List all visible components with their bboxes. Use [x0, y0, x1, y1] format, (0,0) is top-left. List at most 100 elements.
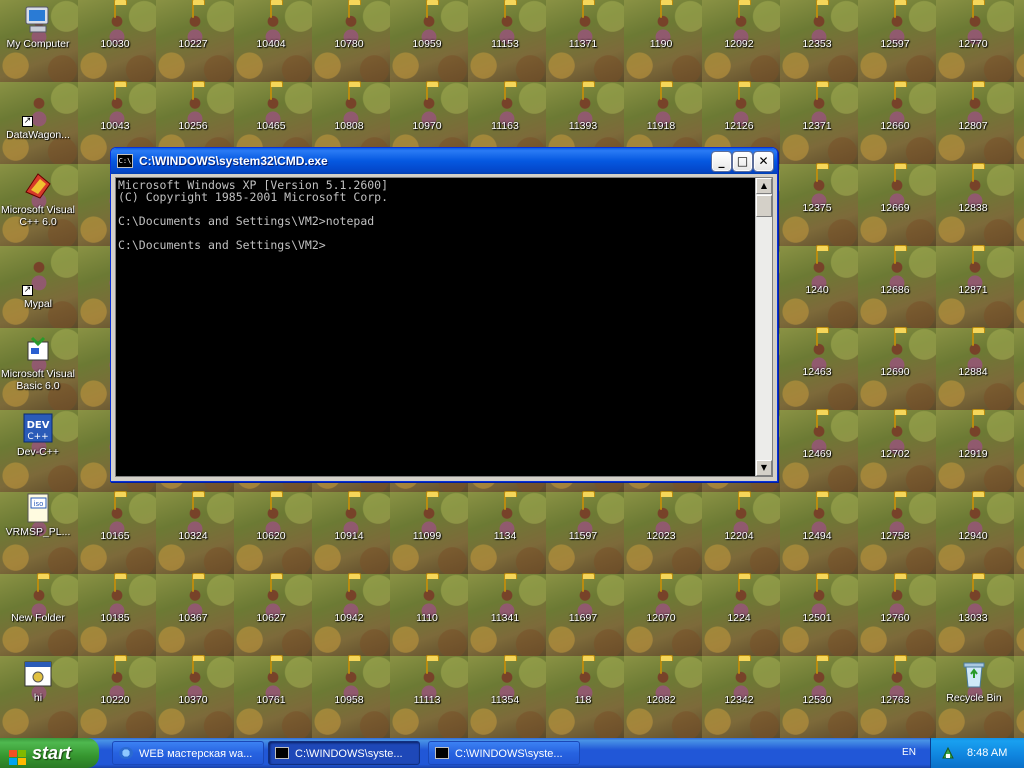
vrmsp-file[interactable]: iso VRMSP_PL... — [1, 492, 75, 538]
desktop-folder[interactable]: 11163 — [468, 85, 542, 132]
desktop-folder[interactable]: 11918 — [624, 85, 698, 132]
desktop-folder[interactable]: 11341 — [468, 577, 542, 624]
desktop-folder[interactable]: 10780 — [312, 3, 386, 50]
language-indicator[interactable]: EN — [897, 745, 921, 761]
desktop-folder[interactable]: 118 — [546, 659, 620, 706]
desktop-folder[interactable]: 10808 — [312, 85, 386, 132]
desktop-folder[interactable]: 12342 — [702, 659, 776, 706]
recycle-bin[interactable]: Recycle Bin — [937, 658, 1011, 704]
desktop-folder[interactable]: 11697 — [546, 577, 620, 624]
desktop-folder[interactable]: 10627 — [234, 577, 308, 624]
desktop-folder[interactable]: 10914 — [312, 495, 386, 542]
desktop-folder[interactable]: 12092 — [702, 3, 776, 50]
desktop-folder[interactable]: 12669 — [858, 167, 932, 214]
vertical-scrollbar[interactable]: ▲ ▼ — [755, 178, 772, 476]
desktop-folder[interactable]: 10324 — [156, 495, 230, 542]
mypal-shortcut[interactable]: ↗ Mypal — [1, 264, 75, 310]
desktop-folder[interactable]: 10043 — [78, 85, 152, 132]
taskbar-item-cmd-1[interactable]: C:\WINDOWS\syste... — [268, 741, 420, 765]
close-button[interactable]: ✕ — [753, 150, 774, 172]
desktop-folder[interactable]: 10256 — [156, 85, 230, 132]
visual-cpp-shortcut[interactable]: Microsoft Visual C++ 6.0 — [1, 170, 75, 228]
desktop-folder[interactable]: 12686 — [858, 249, 932, 296]
desktop-folder[interactable]: 11113 — [390, 659, 464, 706]
desktop-folder[interactable]: 11371 — [546, 3, 620, 50]
my-computer-icon[interactable]: My Computer — [1, 4, 75, 50]
minimize-button[interactable]: _ — [711, 150, 732, 172]
desktop-folder[interactable]: 10220 — [78, 659, 152, 706]
desktop-folder[interactable]: 10367 — [156, 577, 230, 624]
cmd-titlebar[interactable]: C:\ C:\WINDOWS\system32\CMD.exe _ □ ✕ — [111, 148, 777, 174]
desktop-folder[interactable]: 10465 — [234, 85, 308, 132]
desktop-folder[interactable]: 1134 — [468, 495, 542, 542]
desktop-folder[interactable]: 13033 — [936, 577, 1010, 624]
console-area[interactable]: Microsoft Windows XP [Version 5.1.2600] … — [115, 177, 773, 477]
desktop-folder[interactable]: 12070 — [624, 577, 698, 624]
desktop-folder[interactable]: 12530 — [780, 659, 854, 706]
desktop-folder[interactable]: 11597 — [546, 495, 620, 542]
desktop-folder[interactable]: 12919 — [936, 413, 1010, 460]
taskbar-item-web[interactable]: WEB мастерская wa... — [112, 741, 264, 765]
desktop-folder[interactable]: 12871 — [936, 249, 1010, 296]
dev-cpp-shortcut[interactable]: DEV C++ Dev-C++ — [1, 412, 75, 458]
desktop-folder[interactable]: 12371 — [780, 85, 854, 132]
datawagon-shortcut[interactable]: ↗ DataWagon... — [1, 95, 75, 141]
desktop-folder[interactable]: 10970 — [390, 85, 464, 132]
clock[interactable]: 8:48 AM — [967, 738, 1007, 768]
desktop-folder[interactable]: 12353 — [780, 3, 854, 50]
desktop-folder[interactable]: 11099 — [390, 495, 464, 542]
desktop-folder[interactable]: 11153 — [468, 3, 542, 50]
desktop-folder[interactable]: 12494 — [780, 495, 854, 542]
scrollbar-thumb[interactable] — [756, 195, 772, 217]
desktop-folder[interactable]: 1240 — [780, 249, 854, 296]
desktop-folder[interactable]: 12597 — [858, 3, 932, 50]
desktop-folder[interactable]: 12763 — [858, 659, 932, 706]
desktop-folder[interactable]: 10761 — [234, 659, 308, 706]
network-icon[interactable] — [941, 746, 955, 760]
desktop-folder[interactable]: 10620 — [234, 495, 308, 542]
desktop-folder[interactable]: 12690 — [858, 331, 932, 378]
desktop-folder[interactable]: 12702 — [858, 413, 932, 460]
desktop-folder[interactable]: 1110 — [390, 577, 464, 624]
start-button[interactable]: start — [0, 738, 99, 768]
desktop-folder[interactable]: 12758 — [858, 495, 932, 542]
desktop-folder[interactable]: 12660 — [858, 85, 932, 132]
scroll-down-arrow-icon[interactable]: ▼ — [756, 460, 772, 476]
desktop-folder[interactable]: 10404 — [234, 3, 308, 50]
desktop-folder[interactable]: 12126 — [702, 85, 776, 132]
desktop-folder[interactable]: 12501 — [780, 577, 854, 624]
desktop-folder[interactable]: 1224 — [702, 577, 776, 624]
visual-basic-shortcut[interactable]: Microsoft Visual Basic 6.0 — [1, 334, 75, 392]
desktop-folder[interactable]: 10227 — [156, 3, 230, 50]
desktop-folder[interactable]: 12940 — [936, 495, 1010, 542]
desktop-folder[interactable]: 12082 — [624, 659, 698, 706]
desktop-folder[interactable]: 12838 — [936, 167, 1010, 214]
desktop-folder[interactable]: 10370 — [156, 659, 230, 706]
desktop-folder[interactable]: 12375 — [780, 167, 854, 214]
desktop-folder[interactable]: 12463 — [780, 331, 854, 378]
desktop-folder[interactable]: 10959 — [390, 3, 464, 50]
maximize-button[interactable]: □ — [732, 150, 753, 172]
desktop-folder[interactable]: 12884 — [936, 331, 1010, 378]
desktop-folder[interactable]: 1190 — [624, 3, 698, 50]
desktop-folder[interactable]: 12760 — [858, 577, 932, 624]
desktop-folder[interactable]: 11393 — [546, 85, 620, 132]
new-folder[interactable]: New Folder — [1, 577, 75, 624]
taskbar-item-cmd-2[interactable]: C:\WINDOWS\syste... — [428, 741, 580, 765]
desktop-folder[interactable]: 12023 — [624, 495, 698, 542]
desktop-folder[interactable]: 11354 — [468, 659, 542, 706]
desktop-folder[interactable]: 10165 — [78, 495, 152, 542]
desktop-folder[interactable]: 10030 — [78, 3, 152, 50]
desktop-folder[interactable]: 10942 — [312, 577, 386, 624]
desktop-folder[interactable]: 12204 — [702, 495, 776, 542]
scroll-up-arrow-icon[interactable]: ▲ — [756, 178, 772, 194]
cmd-icon[interactable]: C:\ — [117, 154, 133, 168]
desktop-folder[interactable]: 12770 — [936, 3, 1010, 50]
desktop-folder[interactable]: 12807 — [936, 85, 1010, 132]
desktop-folder[interactable]: 12469 — [780, 413, 854, 460]
desktop-folder[interactable]: 10958 — [312, 659, 386, 706]
hi-shortcut[interactable]: hi — [1, 658, 75, 704]
desktop-folder[interactable]: 10185 — [78, 577, 152, 624]
folder-label: 12919 — [958, 448, 988, 460]
console-output[interactable]: Microsoft Windows XP [Version 5.1.2600] … — [118, 179, 752, 476]
